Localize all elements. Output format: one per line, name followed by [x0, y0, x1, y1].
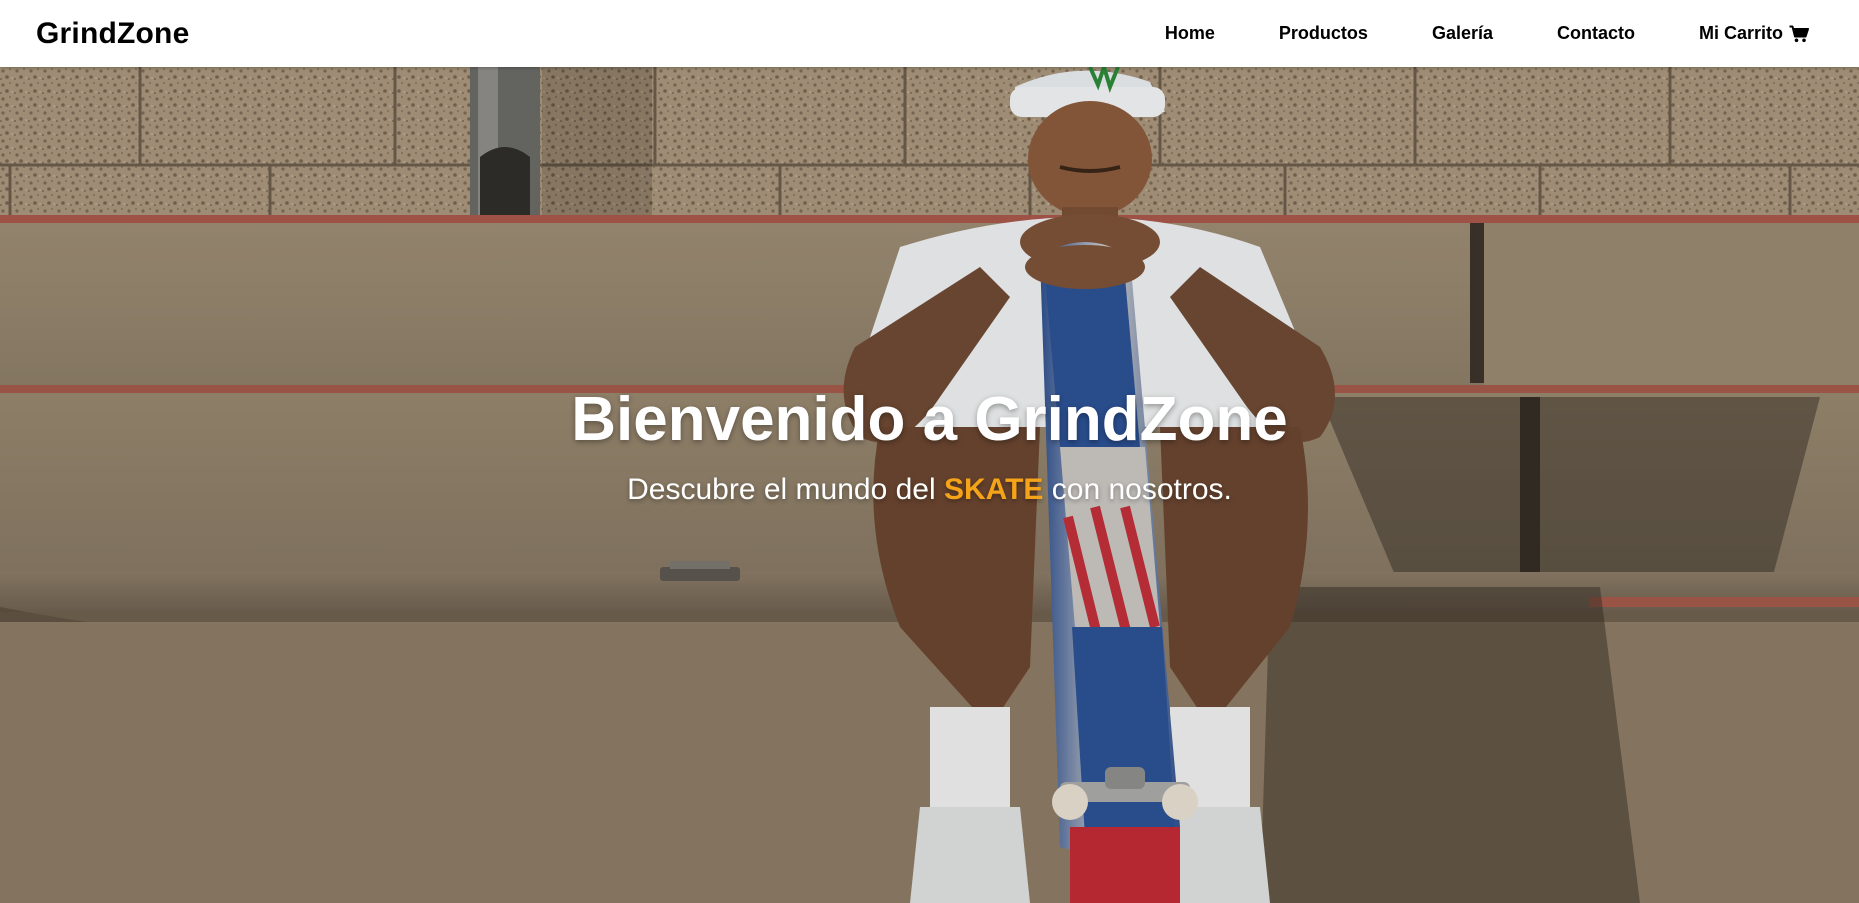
- hero-title: Bienvenido a GrindZone: [571, 385, 1288, 454]
- brand-logo[interactable]: GrindZone: [36, 17, 189, 51]
- hero-subtitle-highlight: SKATE: [943, 473, 1044, 506]
- nav-links: Home Productos Galería Contacto Mi Carri…: [1101, 23, 1809, 44]
- hero-subtitle-after: con nosotros.: [1043, 473, 1232, 506]
- hero-content: Bienvenido a GrindZone Descubre el mundo…: [0, 67, 1859, 903]
- nav-link-productos[interactable]: Productos: [1279, 23, 1368, 44]
- cart-label: Mi Carrito: [1698, 23, 1783, 43]
- hero-subtitle-before: Descubre el mundo del: [627, 473, 944, 506]
- nav-link-galeria[interactable]: Galería: [1432, 23, 1493, 44]
- top-navbar: GrindZone Home Productos Galería Contact…: [0, 0, 1859, 67]
- nav-link-cart[interactable]: Mi Carrito: [1699, 23, 1809, 44]
- cart-icon: [1789, 25, 1809, 42]
- hero-subtitle: Descubre el mundo del SKATE con nosotros…: [627, 473, 1232, 507]
- nav-link-contacto[interactable]: Contacto: [1557, 23, 1635, 44]
- hero-section: Bienvenido a GrindZone Descubre el mundo…: [0, 67, 1859, 903]
- nav-link-home[interactable]: Home: [1165, 23, 1215, 44]
